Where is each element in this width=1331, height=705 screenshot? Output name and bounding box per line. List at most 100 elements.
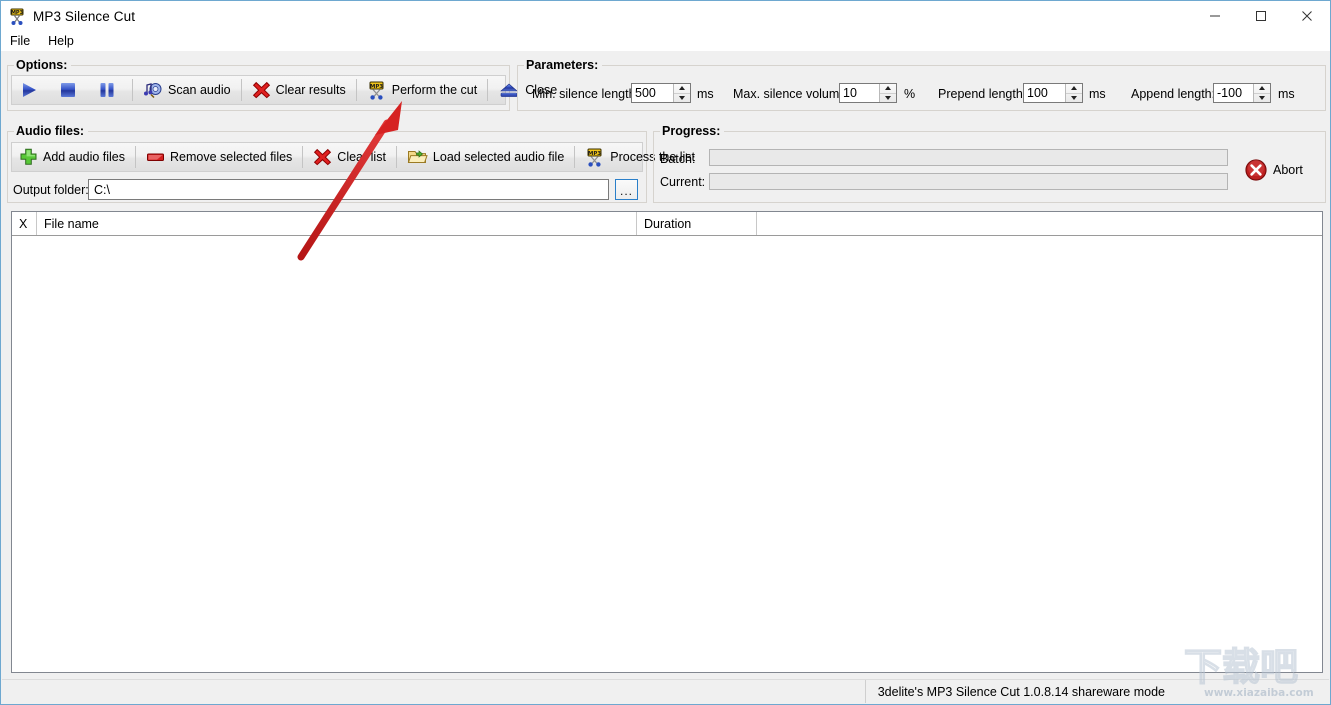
play-button[interactable] [12, 76, 51, 104]
current-progress-label: Current: [660, 175, 706, 189]
status-bar: 3delite's MP3 Silence Cut 1.0.8.14 share… [2, 679, 1329, 703]
svg-text:MP3: MP3 [588, 150, 601, 156]
min-silence-length-label: Min. silence length: [532, 87, 640, 101]
prepend-length-label: Prepend length: [938, 87, 1027, 101]
column-header-file-name[interactable]: File name [37, 212, 637, 235]
prepend-length-input[interactable] [1024, 84, 1065, 102]
spinner-buttons[interactable] [879, 84, 896, 102]
parameters-group-title: Parameters: [524, 58, 603, 72]
options-group-title: Options: [14, 58, 72, 72]
pause-button[interactable] [90, 76, 129, 104]
open-folder-icon [407, 148, 428, 166]
perform-the-cut-label: Perform the cut [391, 83, 478, 97]
max-silence-volume-unit: % [904, 87, 916, 101]
clear-list-button[interactable]: Clear list [306, 143, 393, 171]
append-length-unit: ms [1278, 87, 1295, 101]
mp3-scissors-icon: MP3 [367, 81, 387, 100]
toolbar-separator [574, 146, 576, 168]
spinner-buttons[interactable] [1253, 84, 1270, 102]
title-bar: MP3 MP3 Silence Cut [1, 1, 1330, 31]
batch-progress-label: Batch: [660, 152, 696, 166]
max-silence-volume-stepper[interactable] [839, 83, 897, 103]
close-button[interactable] [1284, 1, 1330, 31]
play-icon [19, 81, 39, 99]
file-list[interactable]: X File name Duration [11, 211, 1323, 673]
abort-button[interactable]: Abort [1244, 158, 1303, 182]
pause-icon [97, 81, 117, 99]
red-x-icon [313, 148, 332, 166]
progress-group-title: Progress: [660, 124, 725, 138]
mp3-scissors-icon: MP3 [585, 148, 605, 167]
menu-help[interactable]: Help [48, 32, 83, 50]
min-silence-length-input[interactable] [632, 84, 673, 102]
red-x-icon [252, 81, 271, 99]
toolbar-separator [132, 79, 133, 101]
red-x-circle-icon [1244, 158, 1268, 182]
prepend-length-unit: ms [1089, 87, 1106, 101]
add-audio-files-button[interactable]: Add audio files [12, 143, 132, 171]
window-controls [1192, 1, 1330, 31]
remove-selected-files-button[interactable]: Remove selected files [139, 143, 299, 171]
file-list-body[interactable] [12, 236, 1322, 672]
max-silence-volume-input[interactable] [840, 84, 879, 102]
spin-up-icon[interactable] [1066, 84, 1082, 93]
app-window: MP3 MP3 Silence Cut File Help Options: S… [0, 0, 1331, 705]
output-folder-label: Output folder: [13, 183, 89, 197]
output-folder-input[interactable] [88, 179, 609, 200]
min-silence-length-unit: ms [697, 87, 714, 101]
current-progress-bar [709, 173, 1228, 190]
file-list-header: X File name Duration [12, 212, 1322, 236]
perform-the-cut-button[interactable]: MP3 Perform the cut [360, 76, 484, 104]
scan-audio-icon [143, 81, 163, 99]
toolbar-separator [240, 79, 242, 101]
column-header-x[interactable]: X [12, 212, 37, 235]
options-toolbar: Scan audio Clear results MP3 Perform the… [11, 75, 557, 105]
spin-up-icon[interactable] [1254, 84, 1270, 93]
toolbar-separator [487, 79, 489, 101]
append-length-stepper[interactable] [1213, 83, 1271, 103]
menu-bar: File Help [1, 31, 1330, 51]
green-plus-icon [19, 148, 38, 166]
prepend-length-stepper[interactable] [1023, 83, 1083, 103]
svg-text:MP3: MP3 [370, 83, 383, 89]
audio-files-group-title: Audio files: [14, 124, 89, 138]
toolbar-separator [395, 146, 397, 168]
max-silence-volume-label: Max. silence volume: [733, 87, 850, 101]
window-title: MP3 Silence Cut [33, 8, 136, 24]
column-header-duration[interactable]: Duration [637, 212, 757, 235]
scan-audio-button[interactable]: Scan audio [136, 76, 238, 104]
min-silence-length-stepper[interactable] [631, 83, 691, 103]
spinner-buttons[interactable] [1065, 84, 1082, 102]
load-selected-audio-file-button[interactable]: Load selected audio file [400, 143, 571, 171]
spin-down-icon[interactable] [880, 92, 896, 103]
spin-up-icon[interactable] [880, 84, 896, 93]
spin-down-icon[interactable] [1254, 92, 1270, 103]
add-audio-files-label: Add audio files [43, 150, 126, 164]
toolbar-separator [355, 79, 357, 101]
spin-down-icon[interactable] [674, 92, 690, 103]
status-text: 3delite's MP3 Silence Cut 1.0.8.14 share… [864, 680, 1177, 703]
menu-file[interactable]: File [10, 32, 39, 50]
clear-list-label: Clear list [337, 150, 386, 164]
scan-audio-label: Scan audio [168, 83, 231, 97]
column-header-filler [757, 212, 1322, 235]
abort-label: Abort [1273, 163, 1303, 177]
svg-text:MP3: MP3 [11, 10, 24, 16]
toolbar-separator [302, 146, 304, 168]
load-selected-audio-file-label: Load selected audio file [432, 150, 565, 164]
clear-results-button[interactable]: Clear results [245, 76, 353, 104]
browse-folder-button[interactable]: ... [615, 179, 638, 200]
stop-button[interactable] [51, 76, 90, 104]
remove-selected-files-label: Remove selected files [170, 150, 293, 164]
spin-down-icon[interactable] [1066, 92, 1082, 103]
spin-up-icon[interactable] [674, 84, 690, 93]
progress-group: Progress: [653, 124, 1326, 203]
append-length-label: Append length: [1131, 87, 1216, 101]
clear-results-label: Clear results [275, 83, 346, 97]
minimize-button[interactable] [1192, 1, 1238, 31]
spinner-buttons[interactable] [673, 84, 690, 102]
append-length-input[interactable] [1214, 84, 1253, 102]
maximize-button[interactable] [1238, 1, 1284, 31]
output-folder-field[interactable] [92, 181, 605, 198]
stop-icon [58, 81, 78, 99]
